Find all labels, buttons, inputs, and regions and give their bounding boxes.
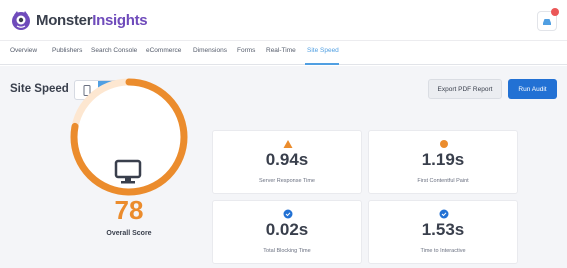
- tab-real-time[interactable]: Real-Time: [266, 47, 296, 54]
- overall-score-label: Overall Score: [106, 230, 152, 237]
- tab-site-speed[interactable]: Site Speed: [307, 47, 339, 54]
- tab-search-console[interactable]: Search Console: [91, 47, 137, 54]
- export-pdf-button[interactable]: Export PDF Report: [428, 79, 502, 99]
- tab-ecommerce[interactable]: eCommerce: [146, 47, 181, 54]
- metric-value: 0.94s: [265, 150, 309, 169]
- active-tab-indicator: [305, 63, 339, 65]
- tab-forms[interactable]: Forms: [237, 47, 255, 54]
- tab-publishers[interactable]: Publishers: [52, 47, 82, 54]
- tab-overview[interactable]: Overview: [10, 47, 37, 54]
- desktop-icon: [114, 159, 142, 184]
- report-tabs: Overview Publishers Search Console eComm…: [0, 40, 567, 65]
- check-circle-icon: [283, 209, 293, 219]
- metric-label: First Contentful Paint: [417, 178, 469, 184]
- metric-card-server-response: 0.94s Server Response Time: [212, 130, 362, 194]
- notification-badge: [551, 8, 559, 16]
- overall-score-value: 78: [114, 195, 144, 225]
- check-circle-icon: [439, 209, 449, 219]
- run-audit-button[interactable]: Run Audit: [508, 79, 557, 99]
- warning-triangle-icon: [283, 140, 293, 148]
- brand-name: MonsterInsights: [36, 11, 148, 29]
- metric-card-first-contentful-paint: 1.19s First Contentful Paint: [368, 130, 518, 194]
- page-title: Site Speed: [10, 83, 69, 95]
- metric-card-total-blocking-time: 0.02s Total Blocking Time: [212, 200, 362, 264]
- metric-label: Time to Interactive: [420, 248, 466, 254]
- metric-label: Server Response Time: [259, 178, 315, 184]
- app-header: MonsterInsights: [0, 0, 567, 40]
- metric-value: 0.02s: [265, 220, 309, 239]
- warning-dot-icon: [439, 139, 449, 149]
- metric-value: 1.53s: [421, 220, 465, 239]
- metric-card-time-to-interactive: 1.53s Time to Interactive: [368, 200, 518, 264]
- brand-logo[interactable]: MonsterInsights: [10, 9, 148, 31]
- metric-value: 1.19s: [421, 150, 465, 169]
- notifications-button[interactable]: [537, 8, 559, 31]
- metric-label: Total Blocking Time: [263, 248, 311, 254]
- monster-mascot-icon: [12, 11, 30, 30]
- tab-dimensions[interactable]: Dimensions: [193, 47, 227, 54]
